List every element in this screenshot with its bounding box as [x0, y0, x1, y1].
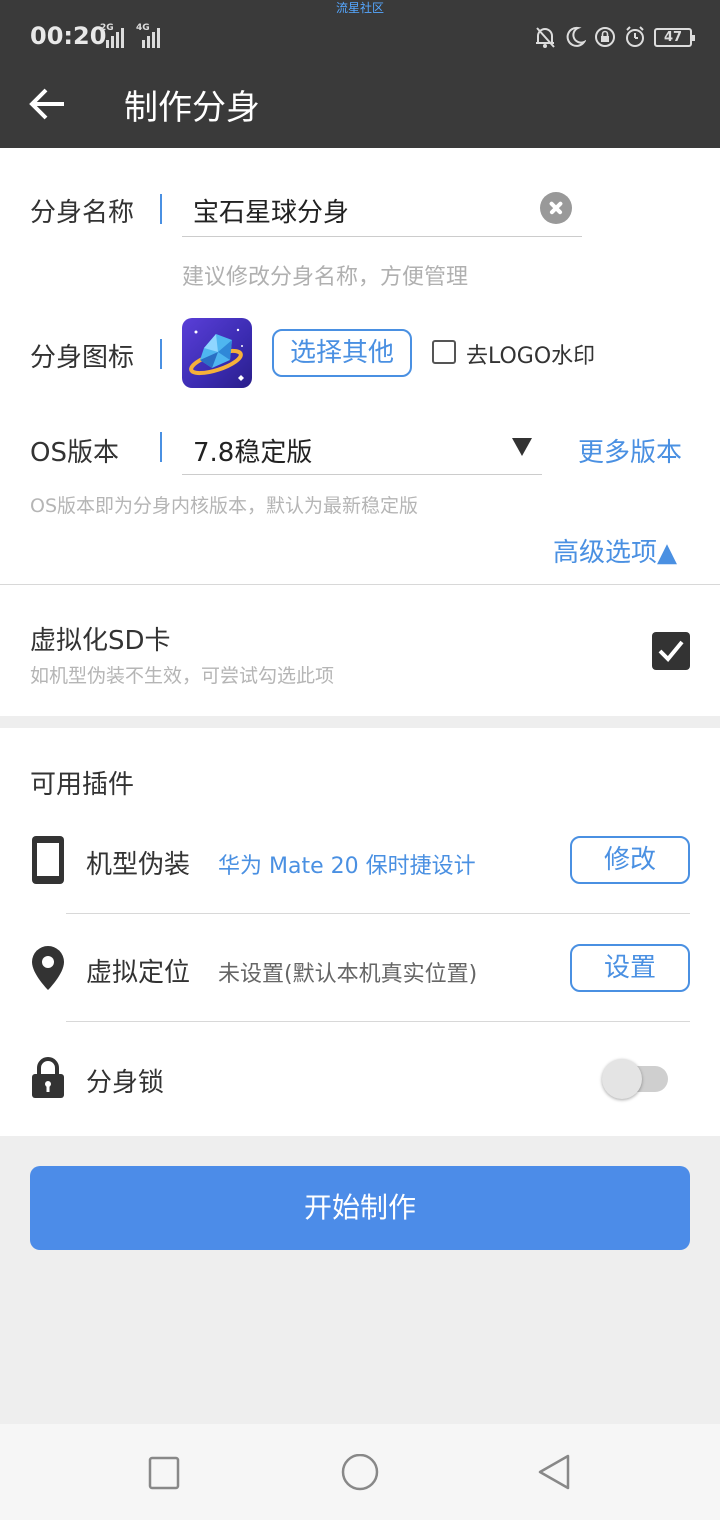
os-version-select[interactable]: 7.8稳定版: [193, 432, 312, 469]
os-hint: OS版本即为分身内核版本，默认为最新稳定版: [30, 495, 419, 517]
status-bar: 流星社区 00:20 2G 4G 47: [0, 0, 720, 70]
plugins-card: 可用插件 机型伪装 华为 Mate 20 保时捷设计 修改 虚拟定位 未设置(默…: [0, 728, 720, 1136]
back-button[interactable]: [28, 84, 68, 124]
name-input[interactable]: 宝石星球分身: [193, 192, 349, 229]
modify-button[interactable]: 修改: [570, 836, 690, 884]
start-button[interactable]: 开始制作: [30, 1166, 690, 1250]
os-label: OS版本: [30, 438, 119, 468]
row-divider: [66, 1021, 690, 1022]
name-hint: 建议修改分身名称，方便管理: [182, 265, 469, 290]
status-icons: 47: [534, 24, 695, 50]
icon-label-divider: [160, 339, 162, 369]
back-nav-button[interactable]: [536, 1454, 576, 1494]
lock-icon: [32, 1057, 64, 1098]
checkmark-icon: [658, 640, 684, 662]
bell-off-icon: [536, 27, 555, 48]
location-pin-icon: [32, 946, 64, 990]
more-versions-link[interactable]: 更多版本: [578, 432, 682, 469]
plugin-label-location: 虚拟定位: [86, 958, 191, 988]
section-divider: [0, 584, 720, 585]
plugins-title: 可用插件: [30, 770, 135, 800]
battery-icon: 47: [654, 27, 695, 47]
sd-card-title: 虚拟化SD卡: [30, 626, 171, 656]
network-type-2: 4G: [136, 23, 150, 33]
plugin-label-device: 机型伪装: [86, 850, 191, 880]
choose-other-button[interactable]: 选择其他: [272, 329, 412, 377]
square-icon: [148, 1456, 180, 1490]
app-icon[interactable]: [182, 318, 252, 388]
arrow-left-icon: [29, 88, 64, 120]
recent-apps-button[interactable]: [144, 1454, 184, 1494]
advanced-options-toggle[interactable]: 高级选项▲: [553, 532, 677, 569]
signal-icon: 2G: [100, 23, 124, 48]
signal-icon-2: 4G: [136, 23, 162, 48]
name-label-divider: [160, 194, 162, 224]
row-divider: [66, 913, 690, 914]
icon-label: 分身图标: [30, 343, 135, 373]
sd-card-checkbox[interactable]: [652, 632, 690, 670]
os-label-divider: [160, 432, 162, 462]
plugin-value-location: 未设置(默认本机真实位置): [218, 962, 478, 987]
os-select-underline: [182, 474, 542, 475]
plugin-value-device: 华为 Mate 20 保时捷设计: [218, 854, 476, 879]
remove-logo-label: 去LOGO水印: [466, 344, 596, 369]
name-input-underline: [182, 236, 582, 237]
planet-gem-icon: [189, 328, 244, 381]
watermark-text: 流星社区: [335, 1, 384, 15]
network-type-1: 2G: [100, 23, 114, 33]
phone-icon: [32, 836, 64, 884]
dropdown-arrow-icon[interactable]: [512, 438, 532, 456]
rotation-lock-icon: [595, 27, 615, 47]
system-nav-bar: [0, 1424, 720, 1520]
status-time: 00:20: [30, 22, 107, 50]
alarm-icon: [626, 26, 644, 47]
home-button[interactable]: [340, 1453, 380, 1494]
moon-icon: [566, 26, 586, 47]
page-title: 制作分身: [124, 88, 260, 128]
triangle-back-icon: [538, 1454, 570, 1490]
clear-icon[interactable]: [540, 192, 572, 224]
name-label: 分身名称: [30, 198, 135, 228]
sd-card-subtitle: 如机型伪装不生效，可尝试勾选此项: [30, 665, 335, 687]
remove-logo-checkbox[interactable]: [432, 340, 456, 364]
plugin-label-lock: 分身锁: [86, 1068, 165, 1098]
circle-icon: [341, 1453, 379, 1491]
lock-toggle-knob[interactable]: [602, 1059, 642, 1099]
app-header: 制作分身: [0, 70, 720, 148]
set-location-button[interactable]: 设置: [570, 944, 690, 992]
